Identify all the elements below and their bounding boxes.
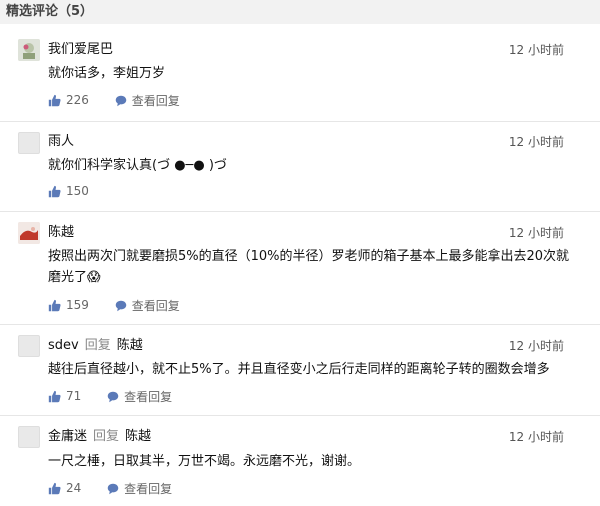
speech-bubble-icon	[107, 391, 119, 402]
avatar[interactable]	[18, 132, 40, 154]
comment-time: 12 小时前	[508, 226, 564, 240]
reply-target-user[interactable]: 陈越	[117, 338, 143, 353]
like-button[interactable]: 159	[48, 296, 89, 314]
avatar[interactable]	[18, 39, 40, 61]
comment-text: 按照出两次门就要磨损5%的直径（10%的半径）罗老师的箱子基本上最多能拿出去20…	[48, 249, 570, 285]
reply-label: 回复	[84, 338, 111, 353]
comment-author[interactable]: 雨人	[48, 133, 74, 151]
speech-bubble-icon	[115, 95, 126, 106]
comment-text: 就你们科学家认真(づ ●─● )づ	[48, 158, 227, 173]
view-replies-link[interactable]: 查看回复	[115, 297, 180, 315]
comment-time: 12 小时前	[508, 339, 564, 353]
comment-author[interactable]: 陈越	[48, 224, 74, 242]
comment-actions: 226 查看回复	[48, 91, 180, 109]
avatar[interactable]	[18, 335, 40, 357]
thumbs-up-icon	[48, 185, 61, 197]
comment-time: 12 小时前	[508, 135, 564, 149]
avatar[interactable]	[18, 426, 40, 448]
comment-text: 一尺之棰，日取其半，万世不竭。永远磨不光，谢谢。	[48, 454, 361, 469]
like-button[interactable]: 24	[48, 479, 81, 497]
comment-author[interactable]: 金庸迷 回复 陈越	[48, 428, 151, 446]
comment-author[interactable]: 我们爱尾巴	[48, 41, 113, 59]
section-title: 精选评论（5）	[6, 4, 94, 19]
like-button[interactable]: 150	[48, 182, 89, 200]
comment-time: 12 小时前	[508, 430, 564, 444]
like-count: 24	[66, 481, 82, 495]
speech-bubble-icon	[107, 483, 119, 494]
like-count: 71	[66, 389, 82, 403]
like-button[interactable]: 71	[48, 387, 81, 405]
divider	[0, 121, 600, 122]
like-button[interactable]: 226	[48, 91, 89, 109]
thumbs-up-icon	[48, 390, 61, 402]
divider	[0, 415, 600, 416]
comment-time: 12 小时前	[508, 43, 564, 57]
comment-actions: 24 查看回复	[48, 479, 172, 497]
like-count: 150	[66, 184, 89, 198]
like-count: 159	[66, 298, 89, 312]
avatar[interactable]	[18, 222, 40, 244]
reply-target-user[interactable]: 陈越	[125, 429, 151, 444]
view-replies-link[interactable]: 查看回复	[107, 480, 172, 498]
speech-bubble-icon	[115, 300, 126, 311]
thumbs-up-icon	[48, 482, 61, 494]
divider	[0, 211, 600, 212]
comment-text: 越往后直径越小，就不止5%了。并且直径变小之后行走同样的距离轮子转的圈数会增多	[48, 362, 550, 377]
reply-label: 回复	[93, 429, 120, 444]
like-count: 226	[66, 93, 89, 107]
view-replies-link[interactable]: 查看回复	[115, 92, 180, 110]
comment-text: 就你话多，李姐万岁	[48, 66, 166, 81]
view-replies-link[interactable]: 查看回复	[107, 388, 172, 406]
comment-actions: 159 查看回复	[48, 296, 180, 314]
comment-actions: 150	[48, 182, 89, 200]
thumbs-up-icon	[48, 299, 61, 311]
section-header: 精选评论（5）	[0, 0, 600, 24]
comment-author[interactable]: sdev 回复 陈越	[48, 337, 143, 355]
thumbs-up-icon	[48, 94, 61, 106]
divider	[0, 324, 600, 325]
comment-actions: 71 查看回复	[48, 387, 172, 405]
